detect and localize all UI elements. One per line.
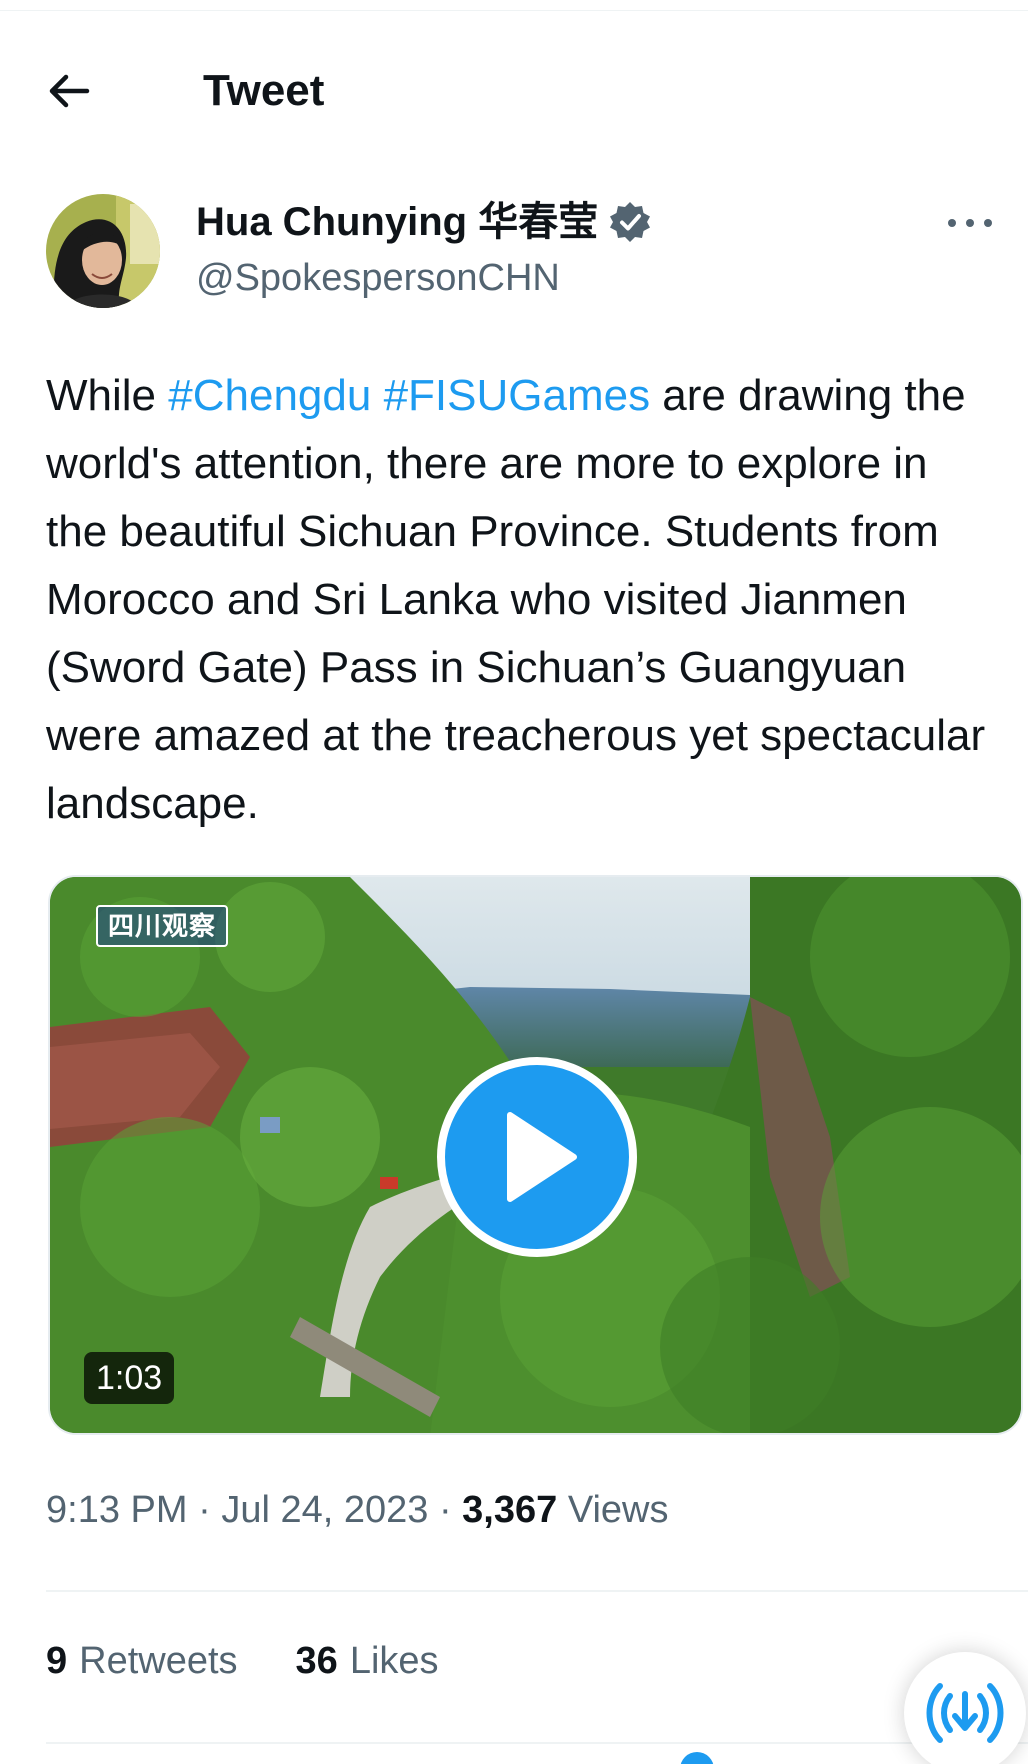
tweet-time[interactable]: 9:13 PM [46,1489,188,1531]
meta-separator: · [198,1489,211,1531]
play-icon [507,1112,577,1202]
spaces-button[interactable] [904,1652,1026,1764]
more-dot [984,219,992,227]
hashtag-link[interactable]: #FISUGames [384,371,651,420]
arrow-left-icon [49,74,90,108]
spaces-icon [926,1683,1004,1743]
more-horizontal-icon [948,219,956,227]
author-handle[interactable]: @SpokespersonCHN [196,254,560,302]
meta-separator: · [438,1489,452,1531]
retweets-count: 9 [46,1640,68,1682]
more-options-button[interactable] [940,208,1000,238]
retweets-label: Retweets [79,1640,238,1682]
author-name[interactable]: Hua Chunying 华春莹 [196,198,598,246]
avatar[interactable] [46,194,160,308]
likes-label: Likes [349,1640,439,1682]
verified-badge-icon [610,202,651,242]
video-watermark: 四川观察 [96,905,229,947]
tweet-text-segment: are drawing the world's attention, there… [46,371,986,828]
tweet-date[interactable]: Jul 24, 2023 [221,1489,428,1531]
video-duration: 1:03 [84,1352,175,1404]
hashtag-link[interactable]: #Chengdu [168,371,371,420]
tweet-text: While #Chengdu #FISUGames are drawing th… [46,362,996,838]
tweet-stats: 9 Retweets 36 Likes [46,1637,439,1685]
page-title: Tweet [203,66,325,115]
likes-count: 36 [295,1640,338,1682]
views-count: 3,367 [462,1489,558,1531]
avatar-image [46,194,160,308]
tweet-text-segment [371,371,383,420]
tweet-text-segment: While [46,371,169,420]
more-dot [966,219,974,227]
retweets-stat[interactable]: 9 Retweets [46,1637,238,1685]
views-label: Views [567,1489,669,1531]
top-divider [0,10,1028,11]
meta-divider [46,1590,1028,1592]
bottom-nav-indicator [680,1752,714,1764]
back-button[interactable] [40,62,98,120]
tweet-author: Hua Chunying 华春莹 @SpokespersonCHN [46,194,992,310]
video-player[interactable]: 四川观察 1:03 [48,875,1023,1435]
likes-stat[interactable]: 36 Likes [296,1637,439,1685]
tweet-header: Tweet [0,40,1028,130]
tweet-meta: 9:13 PM · Jul 24, 2023 · 3,367 Views [46,1486,669,1534]
play-button[interactable] [437,1057,637,1257]
stats-divider [46,1742,1028,1744]
author-name-row: Hua Chunying 华春莹 [196,198,652,246]
